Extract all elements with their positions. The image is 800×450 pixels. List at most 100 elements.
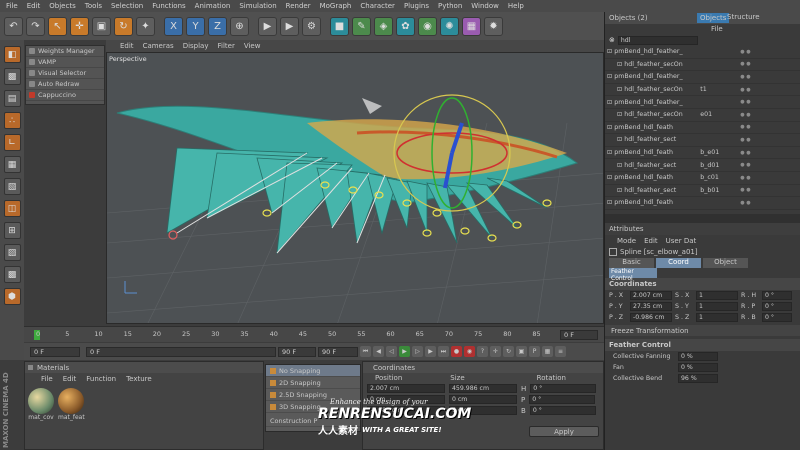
prev-key-icon[interactable]: ◀	[373, 346, 384, 357]
size-x-field[interactable]: 459.986 cm	[449, 384, 517, 393]
live-selection-icon[interactable]: ↖	[48, 16, 67, 36]
attr-tab-feather-control[interactable]: Feather Control	[609, 268, 657, 282]
apply-button[interactable]: Apply	[529, 426, 599, 437]
snap-icon[interactable]: ⊞	[3, 222, 21, 239]
visibility-dots-icon[interactable]: ● ●	[740, 175, 750, 181]
autokey-icon[interactable]: ◉	[464, 346, 475, 357]
x-axis-icon[interactable]: X	[164, 16, 183, 36]
visibility-dots-icon[interactable]: ● ●	[740, 74, 750, 80]
menu-plugins[interactable]: Plugins	[404, 2, 429, 10]
plugin-visual-selector[interactable]: Visual Selector	[26, 68, 104, 79]
points-mode-icon[interactable]: ∴	[3, 112, 21, 129]
menu-window[interactable]: Window	[471, 2, 499, 10]
attr-tab-basic[interactable]: Basic	[609, 258, 654, 268]
record-icon[interactable]: ●	[451, 346, 462, 357]
attr-svals-field[interactable]: 1	[696, 291, 738, 300]
object-row[interactable]: ⊡ hdl_feather_sect ● ●	[605, 134, 800, 147]
freeze-transformation[interactable]: Freeze Transformation	[611, 327, 689, 335]
mat-menu-texture[interactable]: Texture	[126, 375, 152, 383]
texture-mode-icon[interactable]: ▩	[3, 68, 21, 85]
object-row[interactable]: ⊡ hdl_feather_secOn e01 ● ●	[605, 109, 800, 122]
light-icon[interactable]: ✹	[484, 16, 503, 36]
object-row[interactable]: ⊡ pmBend_hdl_feather_ ● ●	[605, 71, 800, 84]
timeline-end-field[interactable]: 0 F	[560, 330, 598, 340]
visibility-dots-icon[interactable]: ● ●	[740, 99, 750, 105]
visibility-dots-icon[interactable]: ● ●	[740, 162, 750, 168]
redo-icon[interactable]: ↷	[26, 16, 45, 36]
attr-rvals-field[interactable]: 0 °	[762, 291, 792, 300]
param-key-icon[interactable]: P	[529, 346, 540, 357]
scale-icon[interactable]: ▣	[92, 16, 111, 36]
render-picture-viewer-icon[interactable]: ▶	[280, 16, 299, 36]
object-row[interactable]: ⊡ hdl_feather_sect b_d01 ● ●	[605, 159, 800, 172]
rot-h-field[interactable]: 0 °	[530, 384, 597, 393]
attr-menu-mode[interactable]: Mode	[617, 237, 636, 245]
attr-pvals-field[interactable]: -0.986 cm	[630, 313, 672, 322]
plugin-vamp[interactable]: VAMP	[26, 57, 104, 68]
scale-key-icon[interactable]: ▣	[516, 346, 527, 357]
clear-search-icon[interactable]: ⊗	[609, 36, 615, 44]
attr-rvals-field[interactable]: 0 °	[762, 302, 792, 311]
menu-python[interactable]: Python	[438, 2, 462, 10]
menu-selection[interactable]: Selection	[111, 2, 143, 10]
object-row[interactable]: ⊡ hdl_feather_secOn t1 ● ●	[605, 84, 800, 97]
visibility-dots-icon[interactable]: ● ●	[740, 61, 750, 67]
menu-tools[interactable]: Tools	[85, 2, 102, 10]
menu-help[interactable]: Help	[508, 2, 524, 10]
tab-structure[interactable]: Structure	[727, 13, 760, 21]
object-row[interactable]: ⊡ pmBend_hdl_feath b_c01 ● ●	[605, 172, 800, 185]
pen-icon[interactable]: ✎	[352, 16, 371, 36]
material-swatch[interactable]: mat_feat	[58, 388, 85, 421]
workplane-icon[interactable]: ▤	[3, 90, 21, 107]
menu-mograph[interactable]: MoGraph	[320, 2, 352, 10]
mat-menu-file[interactable]: File	[41, 375, 53, 383]
fc-value-field[interactable]: 96 %	[678, 374, 718, 383]
attr-tab-object[interactable]: Object	[703, 258, 748, 268]
render-settings-icon[interactable]: ⚙	[302, 16, 321, 36]
visibility-dots-icon[interactable]: ● ●	[740, 87, 750, 93]
objects-menu-file[interactable]: File	[711, 25, 723, 33]
subdivision-icon[interactable]: ◈	[374, 16, 393, 36]
vp-menu-edit[interactable]: Edit	[120, 42, 134, 50]
move-icon[interactable]: ✛	[70, 16, 89, 36]
visibility-dots-icon[interactable]: ● ●	[740, 137, 750, 143]
attr-menu-userdata[interactable]: User Dat	[666, 237, 697, 245]
visibility-dots-icon[interactable]: ● ●	[740, 49, 750, 55]
plugin-weights-manager[interactable]: Weights Manager	[26, 46, 104, 57]
prev-frame-icon[interactable]: ◁	[386, 346, 397, 357]
max-frame-field[interactable]: 90 F	[278, 346, 316, 357]
mat-menu-edit[interactable]: Edit	[63, 375, 77, 383]
axis-mode-icon[interactable]: ▧	[3, 178, 21, 195]
undo-icon[interactable]: ↶	[4, 16, 23, 36]
edges-mode-icon[interactable]: ∟	[3, 134, 21, 151]
visibility-dots-icon[interactable]: ● ●	[740, 112, 750, 118]
keyframe-selection-icon[interactable]: ?	[477, 346, 488, 357]
perspective-viewport[interactable]: Perspective	[106, 52, 604, 324]
fc-value-field[interactable]: 0 %	[678, 352, 718, 361]
mat-menu-function[interactable]: Function	[86, 375, 116, 383]
rotate-icon[interactable]: ↻	[114, 16, 133, 36]
attr-svals-field[interactable]: 1	[696, 313, 738, 322]
object-search-input[interactable]: hdl	[617, 35, 698, 45]
go-end-icon[interactable]: ⏭	[438, 346, 449, 357]
visibility-dots-icon[interactable]: ● ●	[740, 150, 750, 156]
attr-menu-edit[interactable]: Edit	[644, 237, 658, 245]
grid-icon[interactable]: ▨	[3, 244, 21, 261]
timeline-ruler[interactable]: 051015202530354045505560657075808590 0 F	[24, 326, 604, 342]
camera-icon[interactable]: ▦	[462, 16, 481, 36]
vp-menu-filter[interactable]: Filter	[218, 42, 235, 50]
vp-menu-cameras[interactable]: Cameras	[143, 42, 174, 50]
go-start-icon[interactable]: ⏮	[360, 346, 371, 357]
material-swatch[interactable]: mat_cov	[28, 388, 54, 421]
attr-pvals-field[interactable]: 2.007 cm	[630, 291, 672, 300]
object-row[interactable]: ⊡ pmBend_hdl_feather_ ● ●	[605, 96, 800, 109]
cube-icon[interactable]: ■	[330, 16, 349, 36]
object-row[interactable]: ⊡ hdl_feather_secOn ● ●	[605, 59, 800, 72]
y-axis-icon[interactable]: Y	[186, 16, 205, 36]
attr-tab-coord[interactable]: Coord	[656, 258, 701, 268]
play-icon[interactable]: ▶	[399, 346, 410, 357]
render-view-icon[interactable]: ▶	[258, 16, 277, 36]
visibility-dots-icon[interactable]: ● ●	[740, 187, 750, 193]
visibility-dots-icon[interactable]: ● ●	[740, 200, 750, 206]
quantize-icon[interactable]: ⬢	[3, 288, 21, 305]
